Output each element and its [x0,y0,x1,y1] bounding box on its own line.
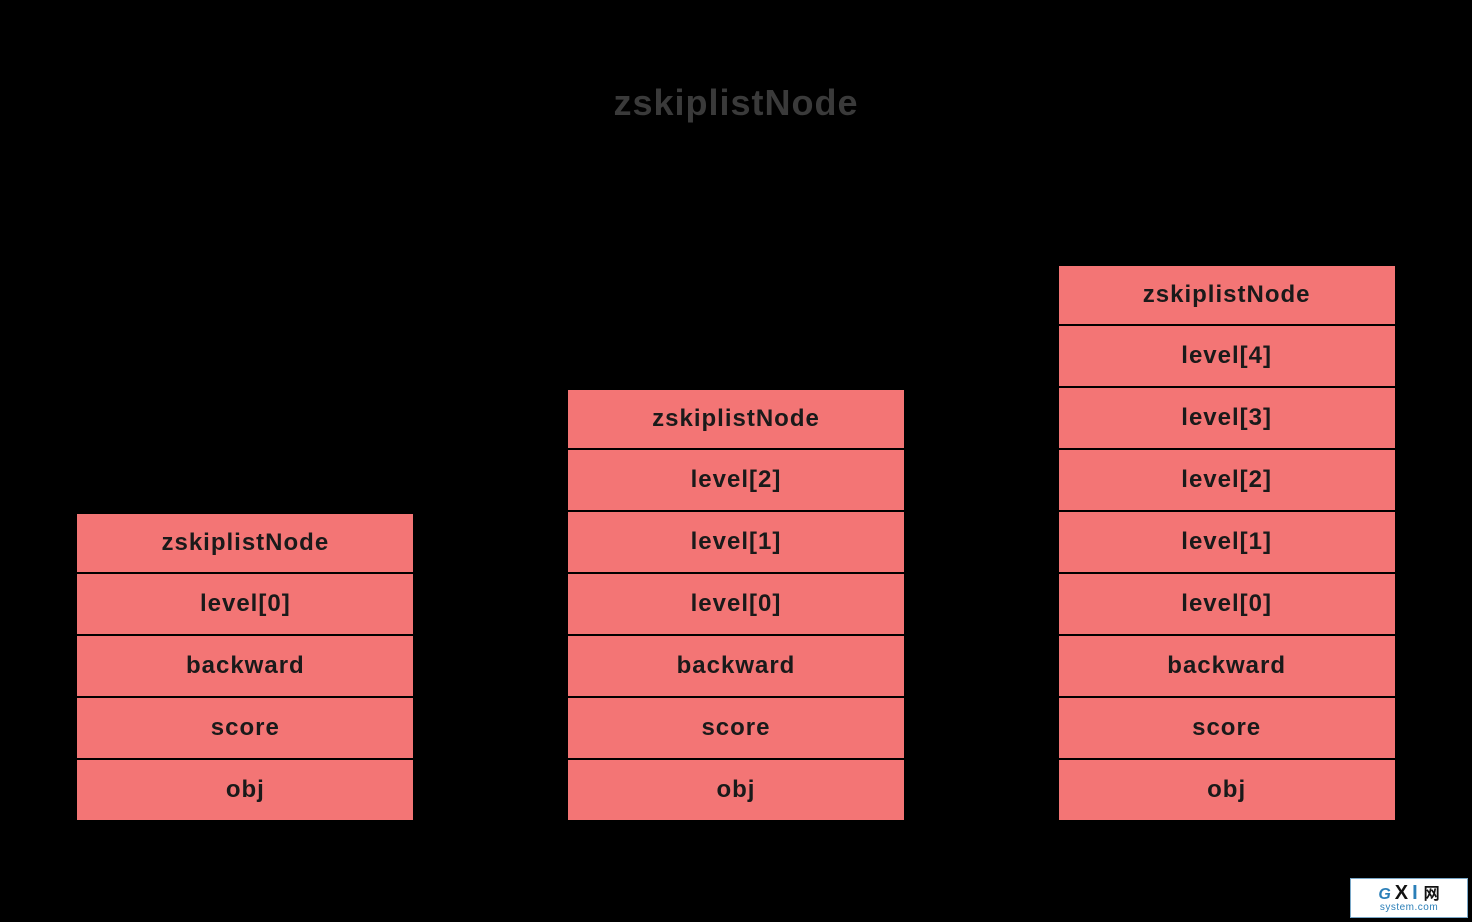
node-field: score [75,698,415,760]
skiplist-node-2: zskiplistNode level[2] level[1] level[0]… [566,388,906,822]
diagram-title: zskiplistNode [0,82,1472,124]
skiplist-node-1: zskiplistNode level[0] backward score ob… [75,512,415,822]
node-field: backward [75,636,415,698]
node-header: zskiplistNode [566,388,906,450]
watermark-sub: system.com [1380,903,1438,913]
node-field: level[0] [75,574,415,636]
node-field: score [1057,698,1397,760]
watermark-logo: G X I 网 system.com [1350,878,1468,918]
node-field: obj [75,760,415,822]
watermark-g: G [1378,887,1390,903]
watermark-cn: 网 [1424,887,1440,903]
nodes-container: zskiplistNode level[0] backward score ob… [0,264,1472,822]
node-field: score [566,698,906,760]
node-field: level[0] [1057,574,1397,636]
watermark-x: X [1395,883,1408,903]
node-field: level[2] [566,450,906,512]
node-field: level[1] [566,512,906,574]
watermark-i: I [1412,883,1418,903]
node-field: backward [1057,636,1397,698]
node-field: level[3] [1057,388,1397,450]
node-field: level[0] [566,574,906,636]
node-header: zskiplistNode [75,512,415,574]
skiplist-node-3: zskiplistNode level[4] level[3] level[2]… [1057,264,1397,822]
watermark-top: G X I 网 [1378,883,1439,903]
node-header: zskiplistNode [1057,264,1397,326]
node-field: obj [566,760,906,822]
node-field: obj [1057,760,1397,822]
node-field: backward [566,636,906,698]
node-field: level[1] [1057,512,1397,574]
node-field: level[2] [1057,450,1397,512]
node-field: level[4] [1057,326,1397,388]
